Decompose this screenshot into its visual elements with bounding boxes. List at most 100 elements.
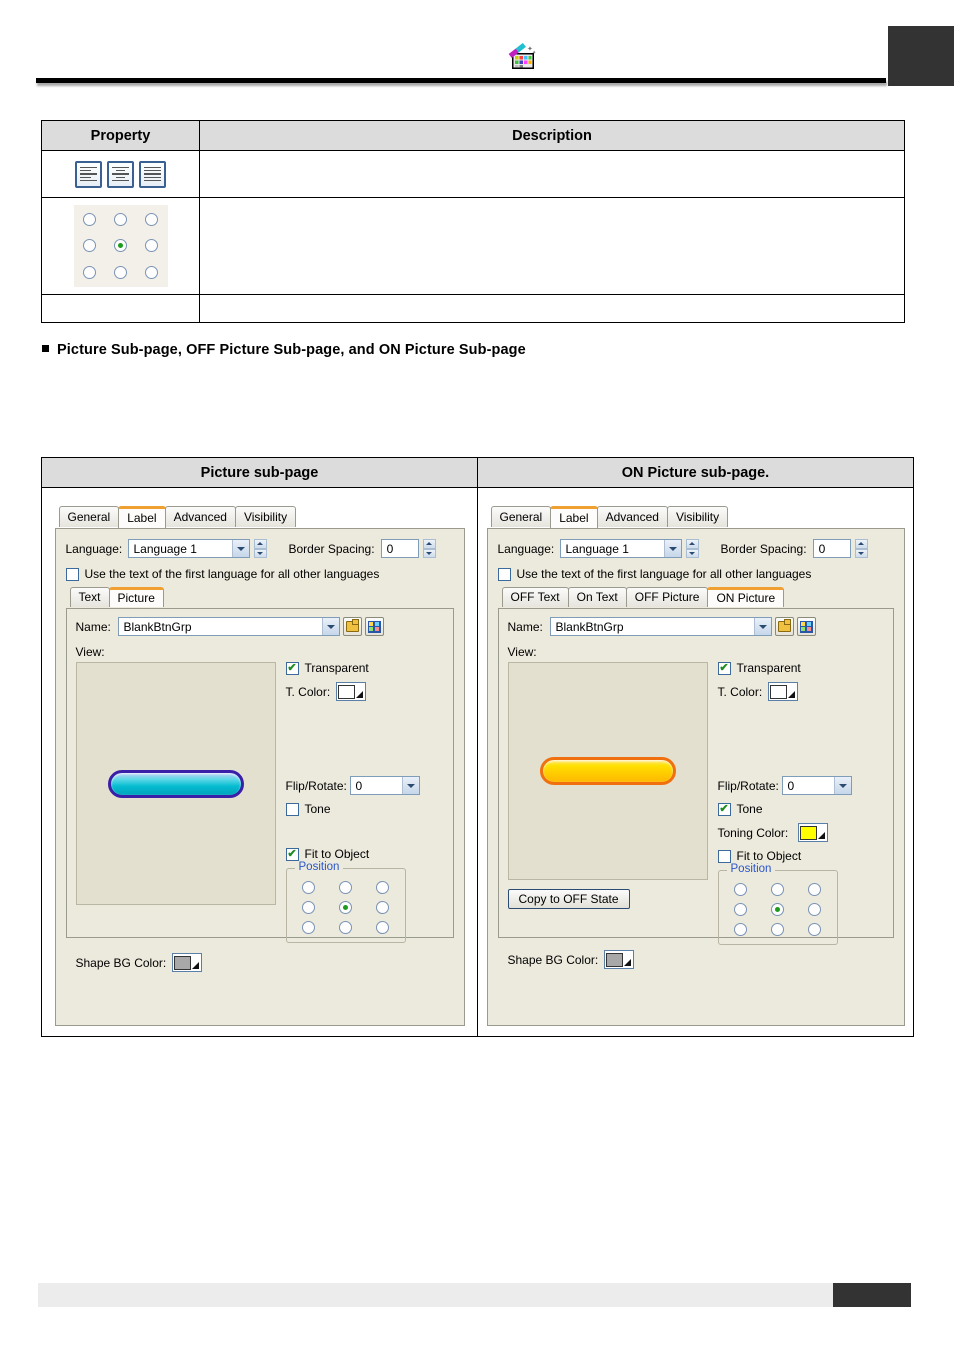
subtab-on-picture[interactable]: ON Picture xyxy=(707,587,785,607)
subtab-on-text[interactable]: On Text xyxy=(567,587,627,607)
picture-library-icon[interactable] xyxy=(364,617,384,636)
position-radio-middle-center[interactable] xyxy=(113,239,127,253)
tab-general[interactable]: General xyxy=(58,506,120,527)
tab-advanced[interactable]: Advanced xyxy=(164,506,236,527)
tab-general[interactable]: General xyxy=(490,506,552,527)
position-radio-top-center[interactable] xyxy=(113,212,127,226)
chevron-down-icon[interactable] xyxy=(231,540,249,557)
t-color-swatch-button[interactable] xyxy=(767,682,798,701)
position-radio-top-center[interactable] xyxy=(338,881,352,894)
position-radio-top-center[interactable] xyxy=(770,883,784,896)
transparent-row[interactable]: Transparent xyxy=(717,661,884,675)
dropdown-arrow-icon[interactable] xyxy=(623,959,631,966)
tab-visibility[interactable]: Visibility xyxy=(234,506,297,527)
position-radio-bottom-right[interactable] xyxy=(376,921,390,934)
spinner-down-icon[interactable] xyxy=(253,548,267,558)
toning-color-swatch-button[interactable] xyxy=(797,823,828,842)
spinner-up-icon[interactable] xyxy=(253,539,267,549)
position-radio-middle-right[interactable] xyxy=(144,239,158,253)
position-radio-bottom-right[interactable] xyxy=(144,266,158,280)
language-spinner[interactable] xyxy=(253,539,267,558)
transparent-checkbox[interactable] xyxy=(717,661,731,675)
chevron-down-icon[interactable] xyxy=(401,777,419,794)
tone-checkbox[interactable] xyxy=(285,802,299,816)
open-folder-icon[interactable] xyxy=(342,617,362,636)
dropdown-arrow-icon[interactable] xyxy=(817,832,825,839)
spinner-up-icon[interactable] xyxy=(685,539,699,549)
tab-visibility[interactable]: Visibility xyxy=(666,506,729,527)
position-radio-grid[interactable] xyxy=(73,205,168,287)
position-radio-middle-center[interactable] xyxy=(338,901,352,914)
spinner-up-icon[interactable] xyxy=(422,539,436,549)
chevron-down-icon[interactable] xyxy=(663,540,681,557)
flip-rotate-combo[interactable]: 0 xyxy=(781,776,852,795)
transparent-checkbox[interactable] xyxy=(285,661,299,675)
picture-name-combo[interactable]: BlankBtnGrp xyxy=(117,617,340,636)
language-combo[interactable]: Language 1 xyxy=(127,539,250,558)
position-radio-bottom-center[interactable] xyxy=(338,921,352,934)
fit-to-object-row[interactable]: Fit to Object xyxy=(717,849,884,863)
tab-label[interactable]: Label xyxy=(550,506,598,528)
chevron-down-icon[interactable] xyxy=(321,618,339,635)
spinner-down-icon[interactable] xyxy=(685,548,699,558)
flip-rotate-combo[interactable]: 0 xyxy=(349,776,420,795)
use-first-language-checkbox[interactable] xyxy=(497,567,511,581)
position-radio-top-left[interactable] xyxy=(733,883,747,896)
spinner-up-icon[interactable] xyxy=(854,539,868,549)
position-radio-grid[interactable] xyxy=(297,881,395,934)
dropdown-arrow-icon[interactable] xyxy=(191,962,199,969)
chevron-down-icon[interactable] xyxy=(833,777,851,794)
position-radio-top-left[interactable] xyxy=(83,212,97,226)
use-first-language-checkbox[interactable] xyxy=(65,567,79,581)
position-radio-middle-left[interactable] xyxy=(83,239,97,253)
shape-bg-color-swatch-button[interactable] xyxy=(171,953,202,972)
tab-advanced[interactable]: Advanced xyxy=(596,506,668,527)
language-spinner[interactable] xyxy=(685,539,699,558)
picture-name-combo[interactable]: BlankBtnGrp xyxy=(549,617,772,636)
align-left-icon[interactable] xyxy=(75,160,102,188)
dropdown-arrow-icon[interactable] xyxy=(787,691,795,698)
position-radio-top-right[interactable] xyxy=(808,883,822,896)
copy-to-off-state-button[interactable]: Copy to OFF State xyxy=(507,889,630,909)
tone-row[interactable]: Tone xyxy=(717,802,884,816)
fit-to-object-row[interactable]: Fit to Object xyxy=(285,847,444,861)
tone-checkbox[interactable] xyxy=(717,802,731,816)
picture-library-icon[interactable] xyxy=(796,617,816,636)
subtab-picture[interactable]: Picture xyxy=(108,587,164,607)
position-radio-top-left[interactable] xyxy=(301,881,315,894)
fit-to-object-checkbox[interactable] xyxy=(717,849,731,863)
t-color-swatch-button[interactable] xyxy=(335,682,366,701)
tab-label[interactable]: Label xyxy=(118,506,166,528)
spinner-down-icon[interactable] xyxy=(854,548,868,558)
align-justify-icon[interactable] xyxy=(139,160,166,188)
subtab-off-picture[interactable]: OFF Picture xyxy=(625,587,709,607)
position-radio-middle-left[interactable] xyxy=(733,903,747,916)
dropdown-arrow-icon[interactable] xyxy=(355,691,363,698)
fit-to-object-checkbox[interactable] xyxy=(285,847,299,861)
border-spacing-input[interactable]: 0 xyxy=(380,539,419,558)
position-radio-bottom-right[interactable] xyxy=(808,923,822,936)
position-radio-top-right[interactable] xyxy=(144,212,158,226)
spinner-down-icon[interactable] xyxy=(422,548,436,558)
language-combo[interactable]: Language 1 xyxy=(559,539,682,558)
position-radio-grid[interactable] xyxy=(729,883,827,936)
subtab-text[interactable]: Text xyxy=(69,587,110,607)
shape-bg-color-swatch-button[interactable] xyxy=(603,950,634,969)
open-folder-icon[interactable] xyxy=(774,617,794,636)
use-first-language-row[interactable]: Use the text of the first language for a… xyxy=(65,567,454,581)
position-radio-middle-right[interactable] xyxy=(376,901,390,914)
position-radio-bottom-left[interactable] xyxy=(733,923,747,936)
border-spacing-spinner[interactable] xyxy=(422,539,436,558)
subtab-off-text[interactable]: OFF Text xyxy=(501,587,569,607)
position-radio-bottom-center[interactable] xyxy=(770,923,784,936)
position-radio-middle-right[interactable] xyxy=(808,903,822,916)
border-spacing-spinner[interactable] xyxy=(854,539,868,558)
tone-row[interactable]: Tone xyxy=(285,802,444,816)
border-spacing-input[interactable]: 0 xyxy=(812,539,851,558)
use-first-language-row[interactable]: Use the text of the first language for a… xyxy=(497,567,894,581)
position-radio-bottom-center[interactable] xyxy=(113,266,127,280)
transparent-row[interactable]: Transparent xyxy=(285,661,444,675)
chevron-down-icon[interactable] xyxy=(753,618,771,635)
align-center-icon[interactable] xyxy=(107,160,134,188)
position-radio-bottom-left[interactable] xyxy=(83,266,97,280)
